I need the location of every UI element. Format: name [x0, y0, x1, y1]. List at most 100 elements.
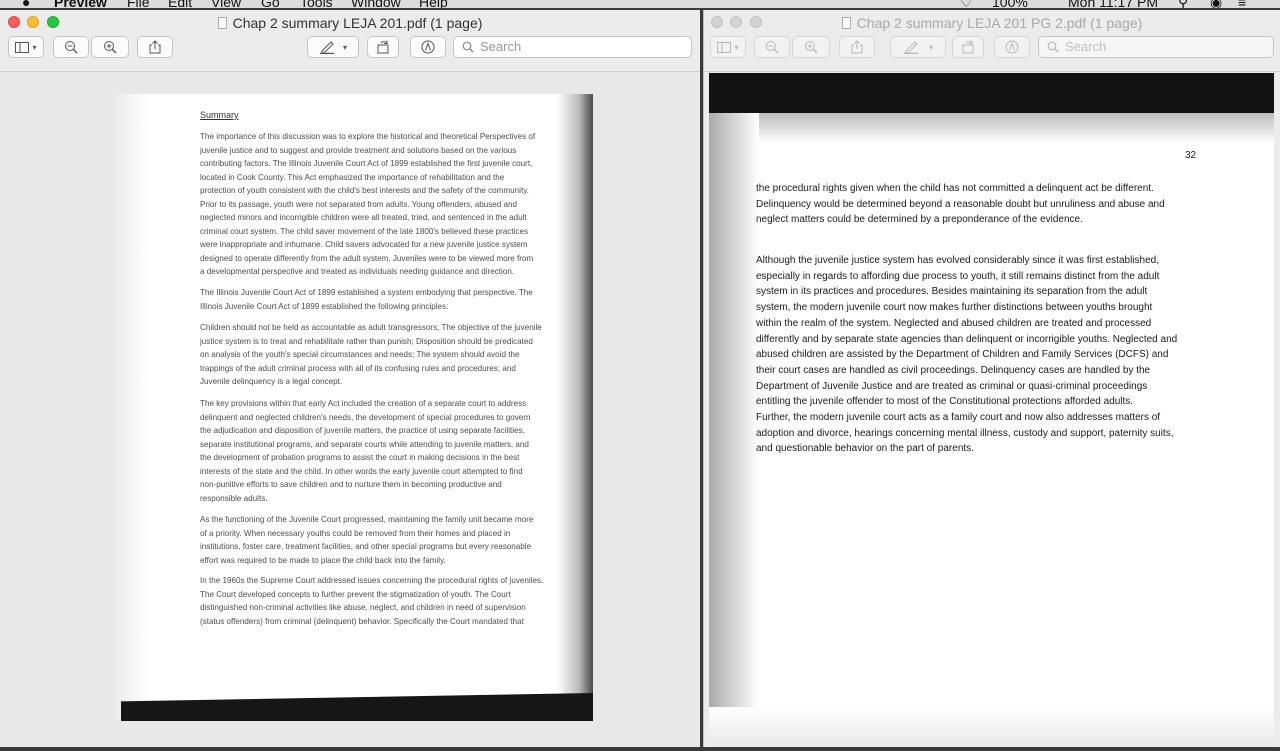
- markup-toolbar-button[interactable]: [994, 36, 1030, 58]
- close-window-button[interactable]: [8, 16, 20, 28]
- rotate-icon: [377, 40, 389, 54]
- markup-toolbar-button[interactable]: [410, 36, 446, 58]
- apple-icon[interactable]: ●: [22, 0, 30, 8]
- markup-pen-button[interactable]: ▾: [890, 36, 946, 58]
- sidebar-toggle-button[interactable]: ▾: [8, 36, 44, 58]
- menu-tools[interactable]: Tools: [300, 0, 333, 8]
- toolbar: ▾ ▾ Search: [704, 36, 1280, 72]
- rotate-button[interactable]: [952, 36, 984, 58]
- menu-preview[interactable]: Preview: [54, 0, 107, 8]
- menu-clock[interactable]: Mon 11:17 PM: [1068, 0, 1158, 8]
- zoom-window-button[interactable]: [47, 16, 59, 28]
- search-icon: [1047, 41, 1059, 53]
- share-button[interactable]: [137, 36, 173, 58]
- markup-icon: [421, 40, 435, 54]
- window-title: Chap 2 summary LEJA 201 PG 2.pdf (1 page…: [856, 15, 1143, 31]
- scan-shadow-left: [107, 94, 149, 721]
- preview-window-left: Chap 2 summary LEJA 201.pdf (1 page) ▾ ▾…: [0, 10, 700, 747]
- pen-icon: [903, 41, 918, 54]
- text-line: on analysis of the youth's special circu…: [200, 350, 520, 359]
- text-line: contributing factors. The Illinois Juven…: [200, 159, 533, 168]
- text-line: a developmental perspective and treated …: [200, 267, 515, 276]
- text-line: located in Cook County. This Act emphasi…: [200, 172, 505, 182]
- text-line: juvenile justice and to suggest and prov…: [200, 145, 517, 155]
- menu-view[interactable]: View: [211, 0, 241, 8]
- text-line: Delinquency would be determined beyond a…: [756, 198, 1165, 210]
- text-line: Illinois Juvenile Court Act of 1899 esta…: [200, 301, 449, 311]
- zoom-in-icon: [104, 41, 117, 54]
- scan-dark-edge: [121, 693, 593, 721]
- zoom-out-button[interactable]: [754, 36, 790, 58]
- text-line: The Court developed concepts to further …: [200, 589, 511, 599]
- text-line: The Illinois Juvenile Court Act of 1899 …: [200, 288, 533, 297]
- chevron-down-icon: ▾: [32, 42, 37, 52]
- minimize-window-button[interactable]: [27, 16, 39, 28]
- sidebar-icon: [15, 41, 30, 53]
- search-icon: [462, 41, 474, 53]
- text-line: neglect matters could be determined by a…: [756, 214, 1083, 226]
- text-line: Department of Juvenile Justice and are t…: [756, 380, 1148, 392]
- text-line: neglected minors and incorrigible childr…: [200, 213, 527, 222]
- menu-help[interactable]: Help: [419, 0, 448, 8]
- text-line: Juvenile delinquency is a legal concept.: [200, 377, 343, 386]
- text-line: the procedural rights given when the chi…: [756, 183, 1154, 194]
- menu-edit[interactable]: Edit: [168, 0, 192, 8]
- document-viewer[interactable]: Summary The importance of this discussio…: [0, 73, 700, 747]
- menu-file[interactable]: File: [127, 0, 150, 8]
- text-line: system, the modern juvenile court now ma…: [756, 302, 1153, 314]
- pdf-document-icon: [841, 17, 851, 29]
- toolbar: ▾ ▾ Search: [0, 36, 700, 72]
- markup-icon: [1005, 40, 1019, 54]
- zoom-out-icon: [766, 41, 779, 54]
- paragraph: In the 1960s the Supreme Court addressed…: [200, 574, 576, 628]
- share-button[interactable]: [839, 36, 875, 58]
- text-line: (status offenders) from criminal (delinq…: [200, 616, 524, 626]
- paragraph: Although the juvenile justice system has…: [756, 253, 1216, 457]
- title-bar[interactable]: Chap 2 summary LEJA 201 PG 2.pdf (1 page…: [704, 10, 1280, 36]
- chevron-down-icon: ▾: [928, 42, 933, 52]
- sidebar-toggle-button[interactable]: ▾: [710, 36, 746, 58]
- siri-icon[interactable]: ◉: [1210, 0, 1222, 8]
- text-line: Prior to its passage, youth were not sep…: [200, 199, 518, 209]
- zoom-in-button[interactable]: [91, 36, 129, 58]
- text-line: were inappropriate and inhumane. Child s…: [200, 240, 528, 249]
- search-input[interactable]: Search: [453, 36, 692, 58]
- text-line: The key provisions within that early Act…: [200, 399, 527, 408]
- wifi-icon[interactable]: ♡: [960, 0, 973, 8]
- scan-dark-edge: [709, 73, 1274, 113]
- search-input[interactable]: Search: [1038, 36, 1274, 58]
- paragraph: As the functioning of the Juvenile Court…: [200, 513, 576, 567]
- text-line: effort was required to be made to place …: [200, 555, 446, 565]
- scan-shadow-left: [709, 113, 759, 747]
- zoom-in-button[interactable]: [792, 36, 830, 58]
- paragraph: The key provisions within that early Act…: [200, 397, 576, 505]
- close-window-button[interactable]: [711, 16, 723, 28]
- text-line: Children should not be held as accountab…: [200, 323, 542, 332]
- window-title: Chap 2 summary LEJA 201.pdf (1 page): [232, 15, 483, 31]
- zoom-window-button[interactable]: [750, 16, 762, 28]
- menu-window[interactable]: Window: [351, 0, 401, 8]
- paragraph: the procedural rights given when the chi…: [756, 181, 1216, 228]
- text-line: abused children are assisted by the Depa…: [756, 349, 1169, 361]
- rotate-button[interactable]: [367, 36, 399, 58]
- minimize-window-button[interactable]: [730, 16, 742, 28]
- title-bar[interactable]: Chap 2 summary LEJA 201.pdf (1 page): [0, 10, 700, 36]
- text-line: delinquent and neglected children's need…: [200, 412, 531, 422]
- text-line: In the 1960s the Supreme Court addressed…: [200, 576, 544, 585]
- document-heading: Summary: [200, 110, 239, 120]
- pdf-document-icon: [217, 17, 227, 29]
- zoom-out-button[interactable]: [53, 36, 89, 58]
- spotlight-icon[interactable]: ⚲: [1178, 0, 1188, 8]
- menu-go[interactable]: Go: [261, 0, 280, 8]
- text-line: their court cases are handled as civil p…: [756, 364, 1151, 376]
- control-center-icon[interactable]: ≡: [1238, 0, 1246, 8]
- text-line: As the functioning of the Juvenile Court…: [200, 515, 534, 524]
- battery-level[interactable]: 100%: [992, 0, 1028, 8]
- text-line: and questionable behavior on the part of…: [756, 443, 974, 455]
- paragraph: The Illinois Juvenile Court Act of 1899 …: [200, 286, 576, 313]
- document-viewer[interactable]: 32 the procedural rights given when the …: [704, 73, 1280, 747]
- text-line: differently and by separate state agenci…: [756, 333, 1178, 345]
- share-icon: [149, 40, 161, 54]
- scan-shadow-bottom: [709, 707, 1274, 747]
- markup-pen-button[interactable]: ▾: [307, 36, 359, 58]
